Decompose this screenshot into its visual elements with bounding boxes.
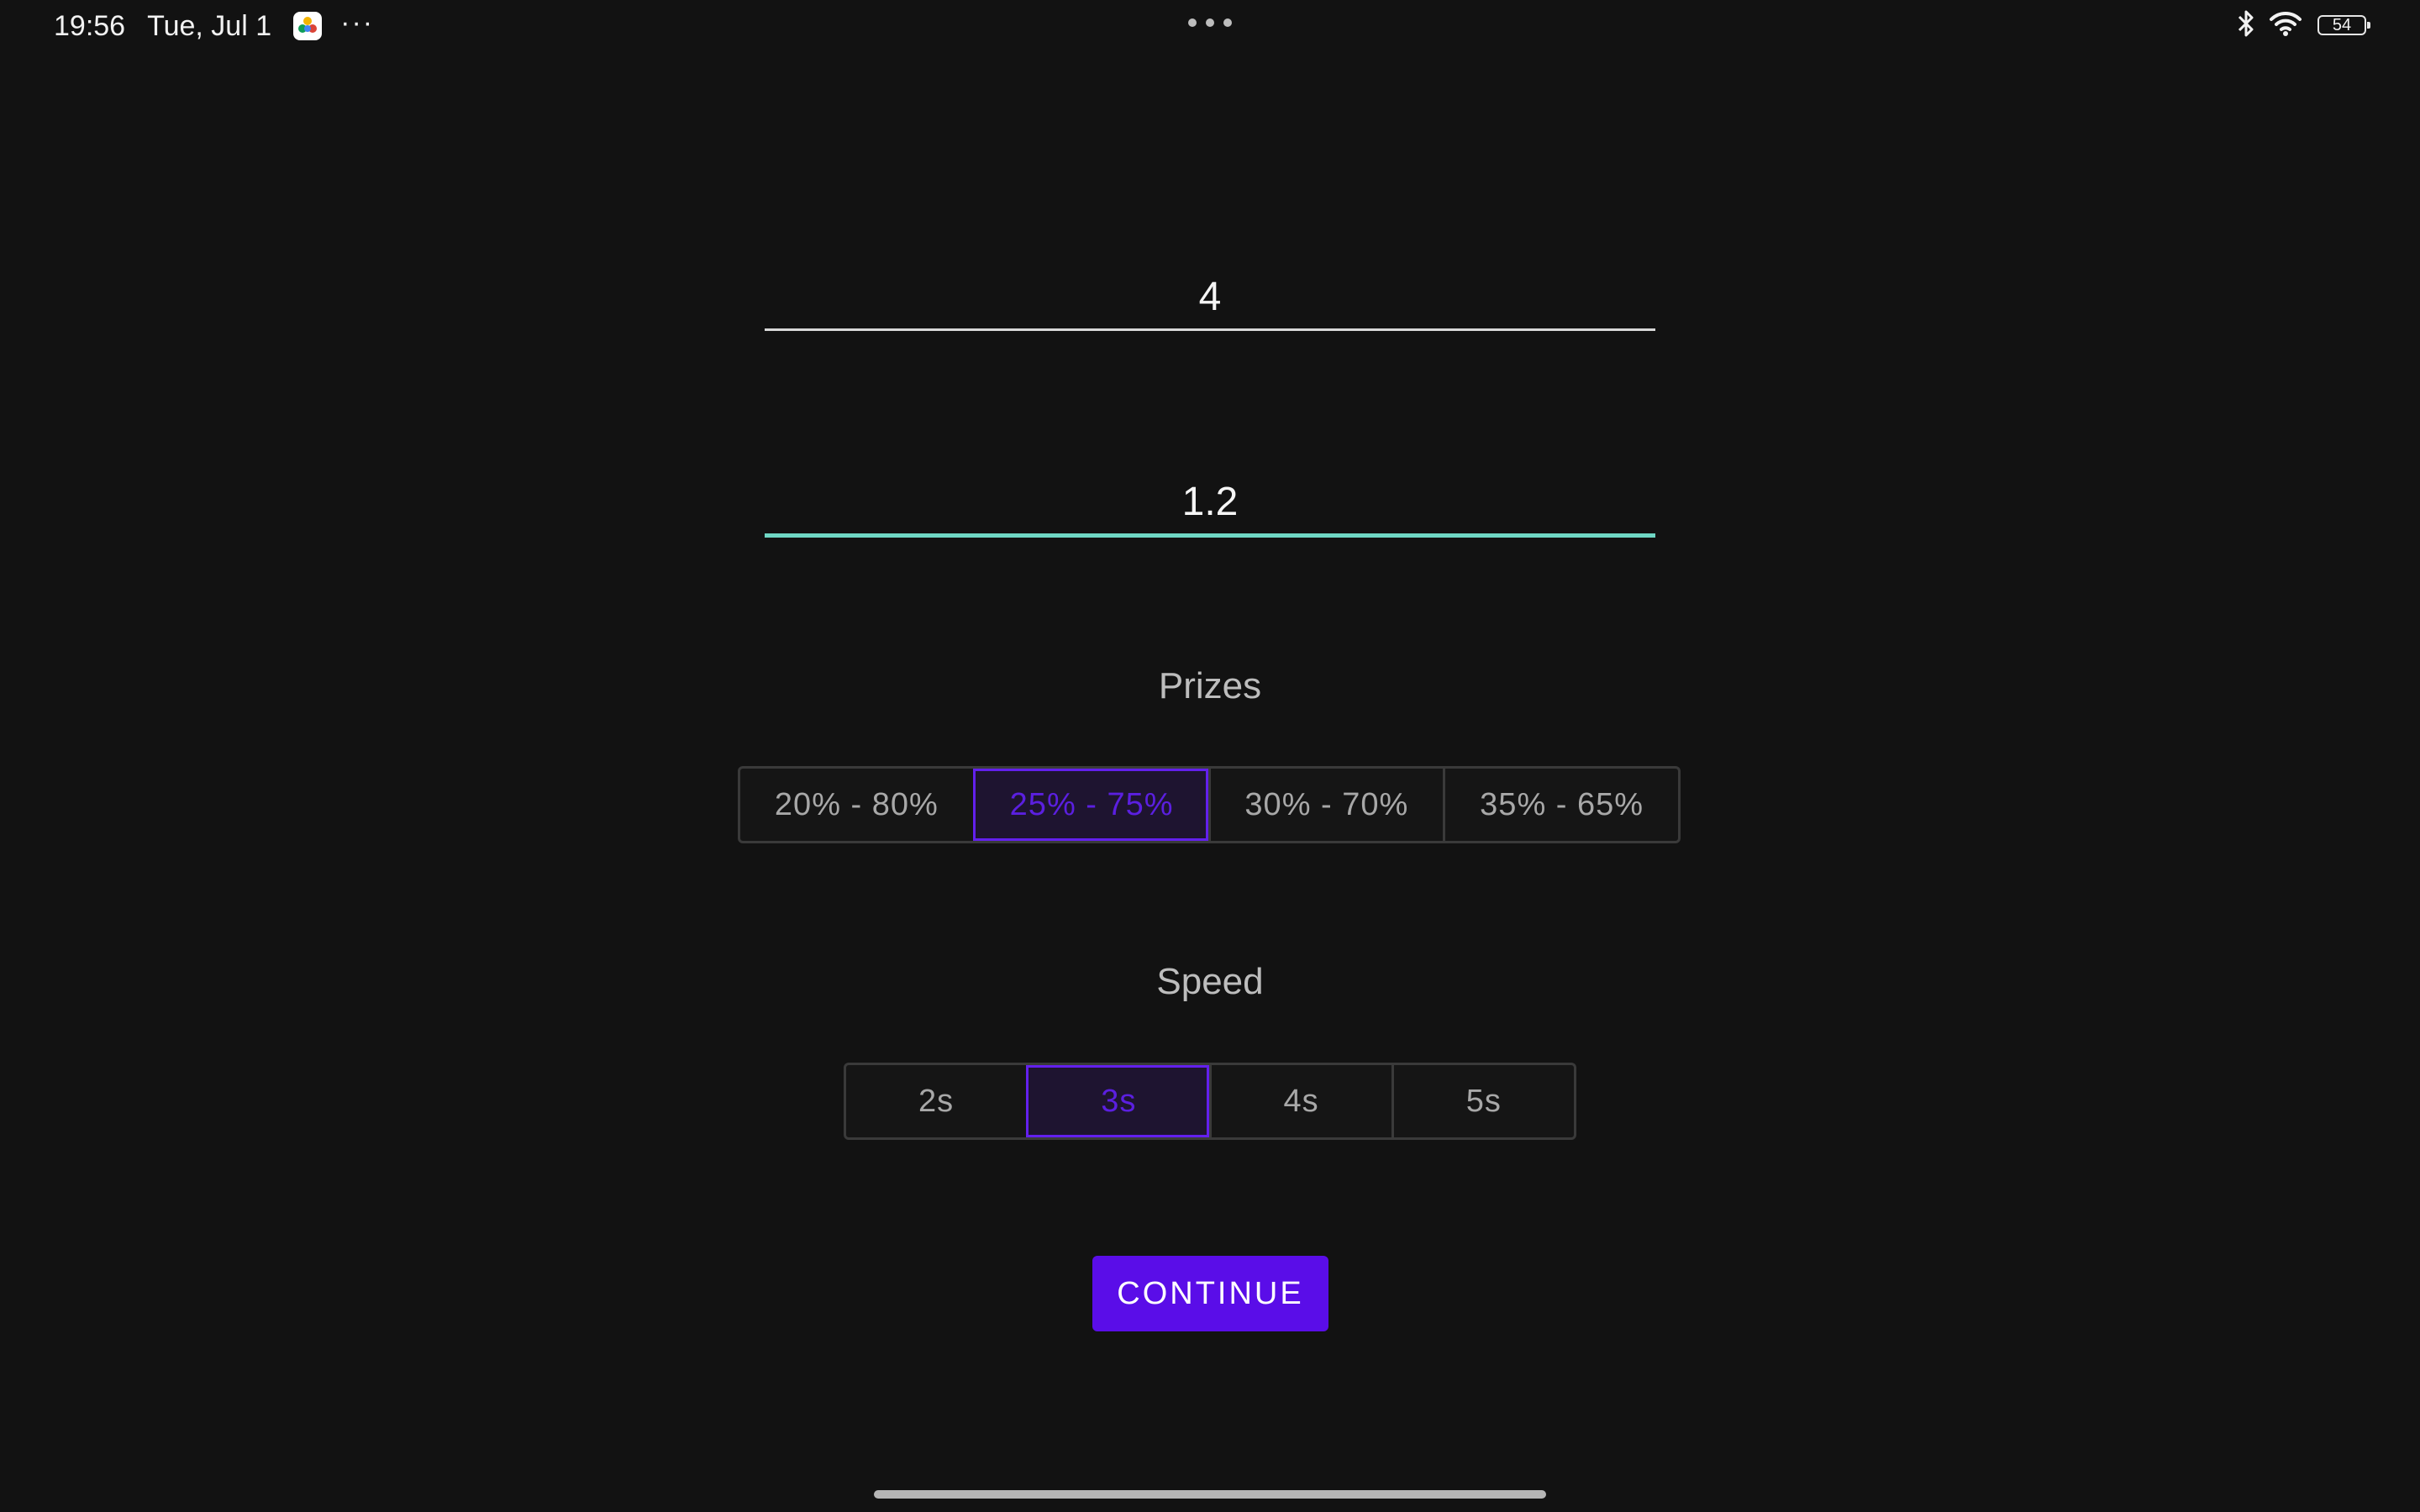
window-handle-dots[interactable]	[1188, 18, 1232, 27]
speed-label: Speed	[1156, 961, 1264, 1002]
wifi-icon	[2269, 10, 2302, 41]
speed-option-3s[interactable]: 3s	[1026, 1065, 1209, 1137]
value-field-2[interactable]	[765, 479, 1655, 538]
speed-selector: 2s 3s 4s 5s	[844, 1063, 1576, 1140]
status-time: 19:56	[54, 9, 126, 42]
prizes-label: Prizes	[1158, 665, 1262, 706]
prizes-option-30-70[interactable]: 30% - 70%	[1207, 769, 1444, 841]
value-field-1[interactable]	[765, 274, 1655, 331]
status-more-icon: ···	[340, 7, 375, 39]
value-input-1[interactable]	[765, 274, 1655, 331]
prizes-option-25-75[interactable]: 25% - 75%	[972, 769, 1208, 841]
prizes-option-20-80[interactable]: 20% - 80%	[740, 769, 973, 841]
speed-option-2s[interactable]: 2s	[846, 1065, 1026, 1137]
speed-option-5s[interactable]: 5s	[1391, 1065, 1574, 1137]
status-bar-right: 54	[2223, 8, 2370, 43]
prizes-selector: 20% - 80% 25% - 75% 30% - 70% 35% - 65%	[738, 766, 1681, 843]
status-bar-left: 19:56 Tue, Jul 1 ···	[54, 7, 374, 45]
battery-icon: 54	[2317, 15, 2370, 35]
bluetooth-icon	[2237, 8, 2255, 43]
prizes-option-35-65[interactable]: 35% - 65%	[1443, 769, 1678, 841]
speed-option-4s[interactable]: 4s	[1208, 1065, 1392, 1137]
status-date: Tue, Jul 1	[147, 9, 272, 42]
app-icon	[293, 12, 323, 40]
battery-level: 54	[2332, 16, 2352, 34]
home-indicator[interactable]	[874, 1490, 1546, 1499]
continue-button[interactable]: CONTINUE	[1092, 1256, 1328, 1331]
value-input-2[interactable]	[765, 479, 1655, 538]
